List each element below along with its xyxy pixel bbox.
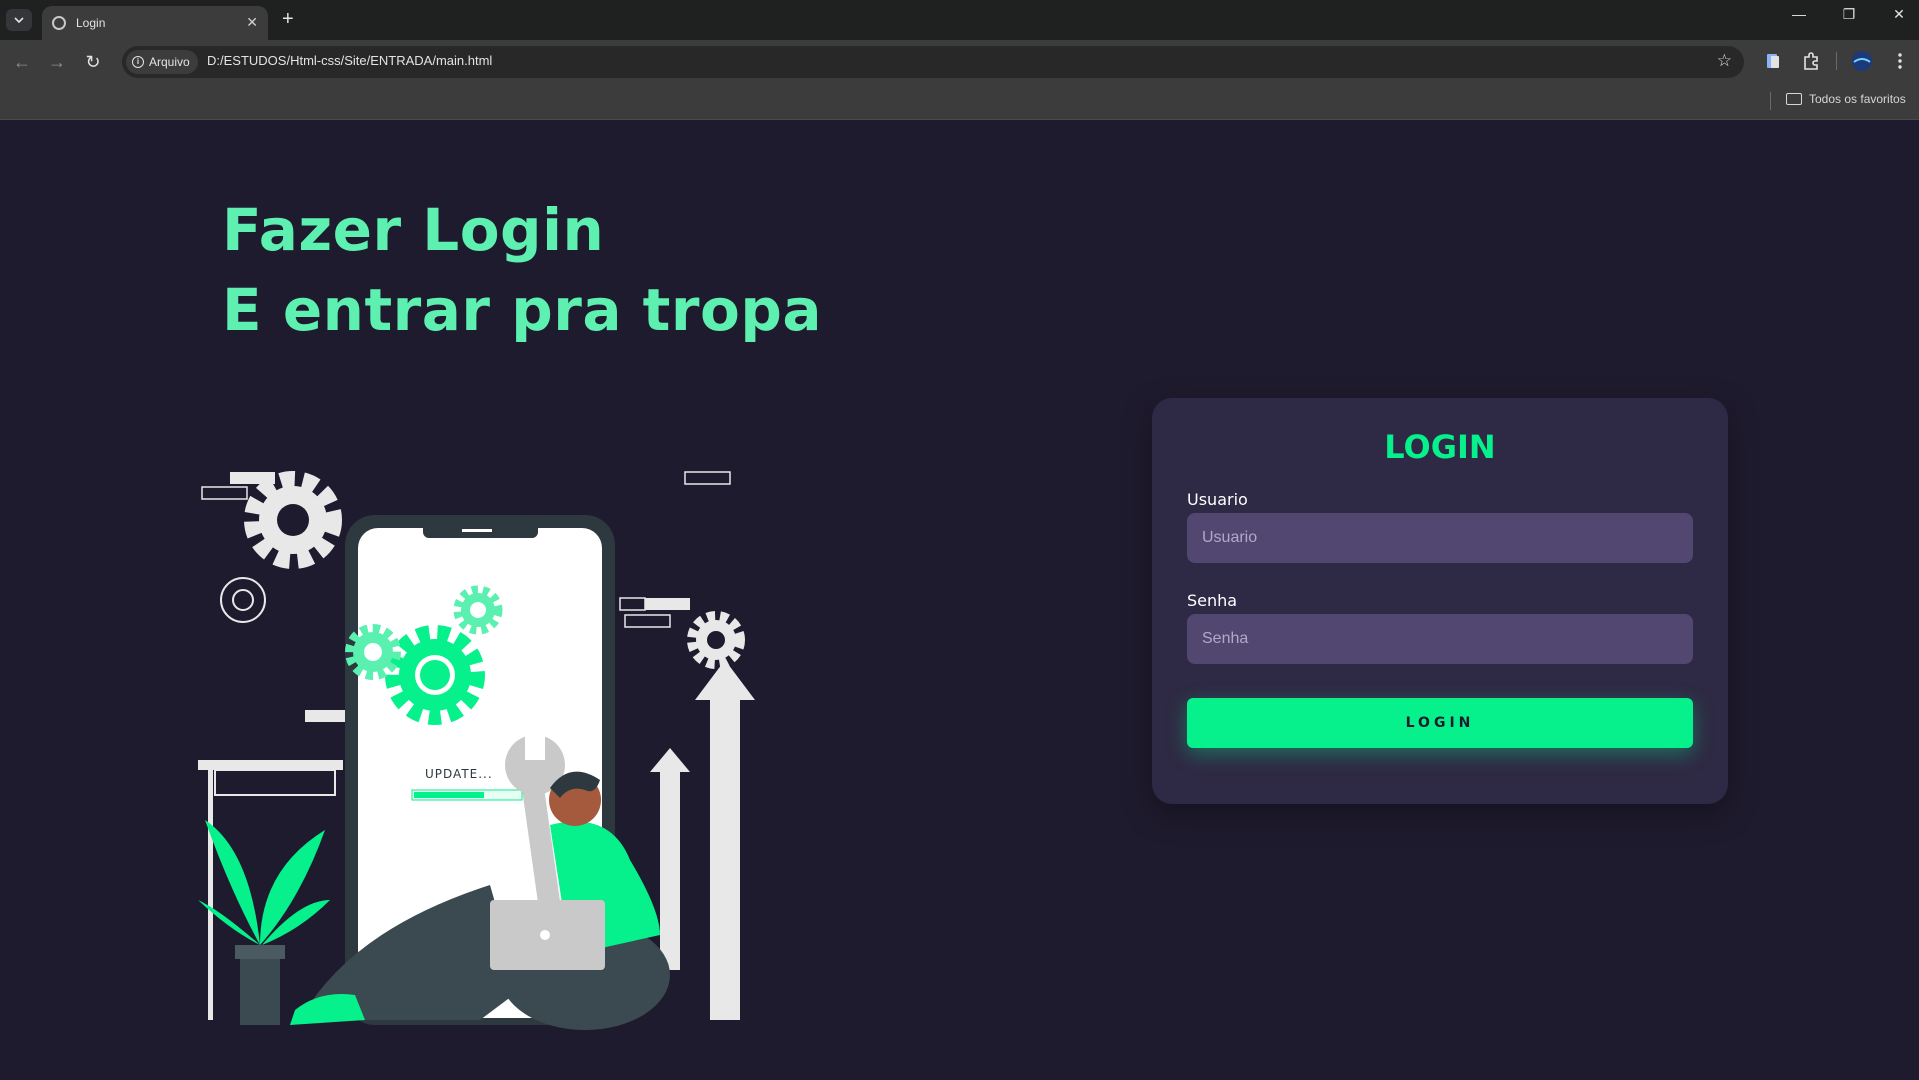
bookmark-star-icon[interactable]: ☆	[1717, 51, 1732, 71]
deco-bar	[619, 597, 646, 611]
reload-icon[interactable]: ↻	[81, 50, 105, 74]
window-controls: — ❐ ✕	[1789, 6, 1909, 23]
deco-bar	[305, 710, 345, 722]
profile-avatar-icon[interactable]	[1851, 50, 1873, 72]
forward-arrow-icon[interactable]: →	[45, 50, 69, 74]
gear-icon	[687, 611, 745, 669]
globe-icon	[52, 16, 66, 30]
desk-drawer	[214, 769, 336, 796]
bookmarks-divider	[1770, 92, 1771, 110]
info-icon: i	[132, 56, 144, 68]
address-bar[interactable]: i Arquivo D:/ESTUDOS/Html-css/Site/ENTRA…	[122, 46, 1744, 78]
deco-bar	[645, 598, 690, 610]
all-bookmarks-label: Todos os favoritos	[1809, 92, 1906, 106]
back-arrow-icon[interactable]: ←	[10, 50, 34, 74]
extension-doc-icon[interactable]	[1762, 50, 1784, 72]
login-title: LOGIN	[1384, 428, 1496, 466]
minimize-icon[interactable]: —	[1789, 6, 1809, 23]
update-illustration: UPDATE...	[198, 471, 755, 1030]
tab-title: Login	[76, 16, 106, 30]
desk	[198, 760, 343, 770]
desk-leg	[208, 770, 213, 1020]
username-label: Usuario	[1187, 490, 1248, 509]
update-text: UPDATE...	[425, 767, 493, 781]
browser-toolbar: ← → ↻ i Arquivo D:/ESTUDOS/Html-css/Site…	[0, 40, 1919, 84]
url-text[interactable]: D:/ESTUDOS/Html-css/Site/ENTRADA/main.ht…	[207, 53, 492, 68]
extensions-puzzle-icon[interactable]	[1800, 50, 1822, 72]
more-menu-icon[interactable]	[1889, 50, 1911, 72]
new-tab-button[interactable]: +	[282, 8, 294, 31]
deco-bar	[624, 614, 671, 628]
headline-line-2: E entrar pra tropa	[222, 276, 822, 344]
gear-icon	[244, 471, 342, 569]
chevron-down-icon	[14, 17, 24, 24]
bookmarks-bar: Todos os favoritos	[0, 84, 1919, 120]
login-button[interactable]: LOGIN	[1187, 698, 1693, 748]
site-info-chip[interactable]: i Arquivo	[126, 50, 198, 74]
browser-tab-active[interactable]: Login ✕	[42, 6, 268, 40]
login-card: LOGIN Usuario Senha LOGIN	[1152, 398, 1728, 804]
close-tab-icon[interactable]: ✕	[246, 15, 258, 31]
deco-bar	[201, 486, 248, 500]
deco-bar	[684, 471, 731, 485]
page-headline: Fazer Login E entrar pra tropa	[222, 190, 822, 350]
toolbar-actions	[1754, 50, 1919, 72]
tab-search-button[interactable]	[6, 9, 32, 31]
close-window-icon[interactable]: ✕	[1889, 6, 1909, 23]
all-bookmarks-button[interactable]: Todos os favoritos	[1786, 92, 1906, 106]
folder-icon	[1786, 93, 1802, 105]
username-input[interactable]	[1187, 513, 1693, 563]
page-body: Fazer Login E entrar pra tropa UPDATE...…	[0, 120, 1919, 1080]
gear-outline-icon	[220, 577, 266, 623]
gear-icon	[345, 624, 401, 680]
password-input[interactable]	[1187, 614, 1693, 664]
headline-line-1: Fazer Login	[222, 196, 605, 264]
browser-tabstrip: Login ✕ + — ❐ ✕	[0, 0, 1919, 40]
plant	[198, 820, 330, 1025]
password-label: Senha	[1187, 591, 1238, 610]
restore-icon[interactable]: ❐	[1839, 6, 1859, 23]
site-info-label: Arquivo	[149, 55, 190, 69]
update-progress-fill	[414, 792, 484, 798]
toolbar-divider	[1836, 52, 1837, 70]
